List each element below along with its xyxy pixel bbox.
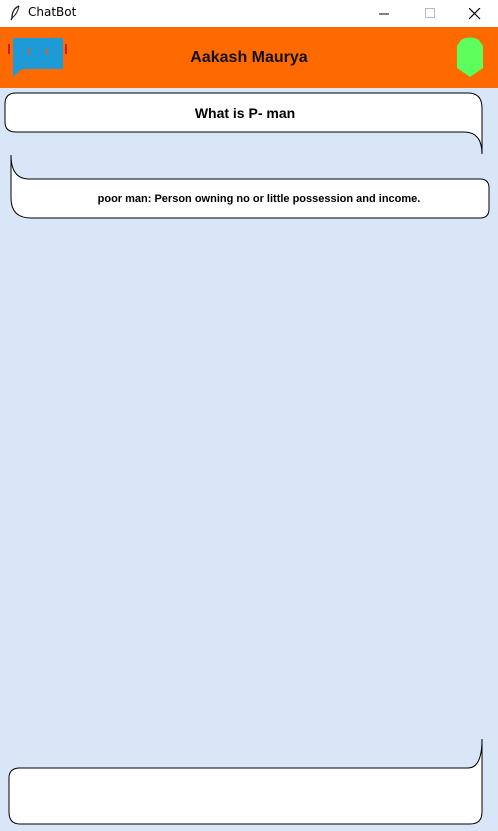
feather-icon (10, 5, 20, 21)
contact-name: Aakash Maurya (190, 49, 308, 66)
minimize-icon (379, 13, 389, 15)
user-bubble-shape (4, 92, 483, 155)
minimize-button[interactable] (361, 0, 407, 27)
close-icon (469, 8, 481, 20)
online-status-icon (457, 37, 483, 77)
message-input[interactable] (12, 772, 468, 818)
maximize-button[interactable] (407, 0, 453, 27)
bot-bubble-shape (10, 154, 490, 219)
close-button[interactable] (452, 0, 498, 27)
bot-message-text: poor man: Person owning no or little pos… (97, 193, 421, 205)
maximize-icon (425, 8, 435, 18)
window-title: ChatBot (28, 5, 77, 19)
chat-header: Aakash Maurya (0, 27, 498, 88)
title-bar: ChatBot (0, 0, 498, 27)
user-message-text: What is P- man (194, 105, 296, 121)
